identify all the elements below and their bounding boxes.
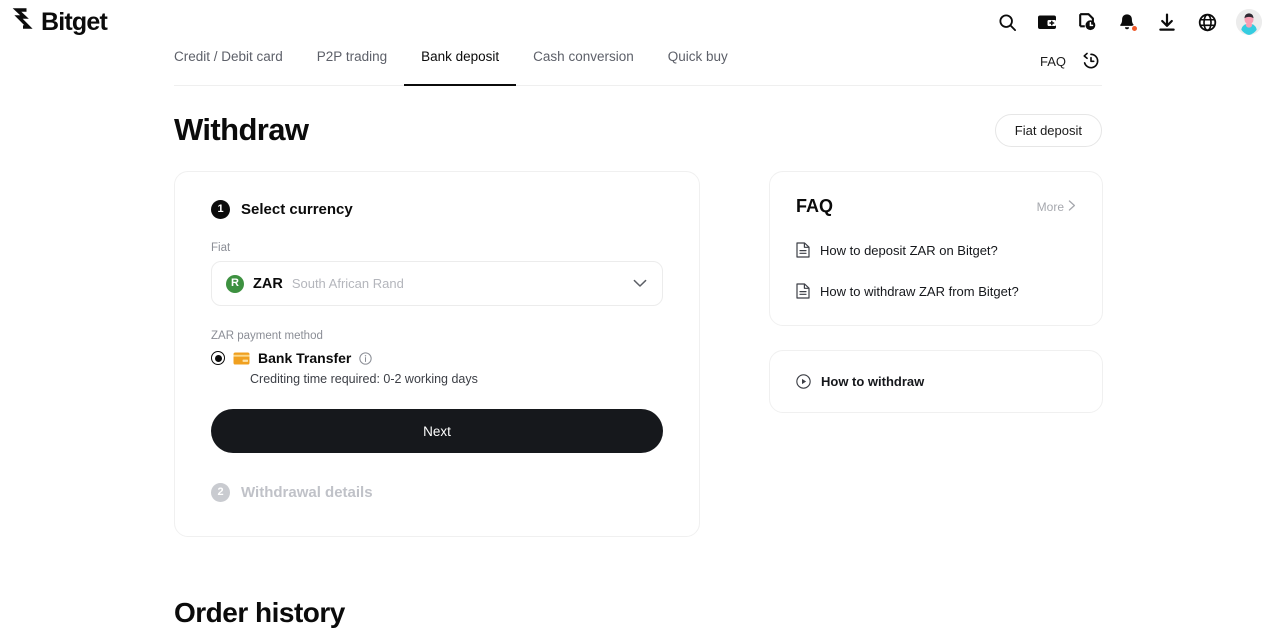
payment-method-label: ZAR payment method bbox=[211, 330, 323, 342]
notification-badge-dot bbox=[1131, 25, 1138, 32]
tab-cash-conversion[interactable]: Cash conversion bbox=[516, 44, 651, 86]
faq-item[interactable]: How to deposit ZAR on Bitget? bbox=[796, 242, 1076, 258]
step-2-number: 2 bbox=[211, 483, 230, 502]
wallet-add-icon[interactable] bbox=[1036, 11, 1058, 33]
right-column: FAQ More How to deposit ZAR on Bitget? H… bbox=[769, 171, 1103, 413]
search-icon[interactable] bbox=[996, 11, 1018, 33]
faq-item[interactable]: How to withdraw ZAR from Bitget? bbox=[796, 283, 1076, 299]
currency-name: South African Rand bbox=[291, 276, 404, 291]
faq-more-link[interactable]: More bbox=[1037, 200, 1076, 214]
currency-select[interactable]: R ZAR South African Rand bbox=[211, 261, 663, 306]
step-1-title: Select currency bbox=[241, 201, 353, 218]
faq-title: FAQ bbox=[796, 196, 834, 216]
top-bar: Bitget bbox=[0, 0, 1280, 44]
fiat-field-label: Fiat bbox=[211, 242, 231, 254]
radio-bank-transfer[interactable] bbox=[211, 351, 225, 365]
chevron-right-icon bbox=[1068, 199, 1076, 214]
faq-item-text: How to withdraw ZAR from Bitget? bbox=[820, 283, 1019, 299]
history-icon[interactable] bbox=[1080, 50, 1102, 72]
tab-label: Bank deposit bbox=[421, 49, 500, 64]
tab-label: Credit / Debit card bbox=[174, 49, 283, 64]
bitget-logo[interactable]: Bitget bbox=[12, 7, 108, 37]
avatar[interactable] bbox=[1236, 9, 1262, 35]
nav-right-actions: FAQ bbox=[1040, 50, 1102, 72]
document-icon bbox=[796, 242, 810, 258]
payment-method-name: Bank Transfer bbox=[258, 350, 352, 366]
faq-more-label: More bbox=[1036, 199, 1064, 214]
faq-card-header: FAQ More bbox=[796, 196, 1076, 217]
page-header: Withdraw Fiat deposit bbox=[174, 86, 1102, 148]
tab-label: Quick buy bbox=[667, 49, 728, 64]
step-1-header: 1 Select currency bbox=[211, 200, 663, 219]
order-history-section: Order history bbox=[0, 597, 1280, 629]
currency-code: ZAR bbox=[253, 275, 283, 292]
tab-label: P2P trading bbox=[316, 49, 388, 64]
faq-link[interactable]: FAQ bbox=[1040, 54, 1066, 69]
bitget-logomark-icon bbox=[12, 7, 38, 37]
document-icon bbox=[796, 283, 810, 299]
withdraw-step-card: 1 Select currency Fiat R ZAR South Afric… bbox=[174, 171, 700, 537]
tab-p2p-trading[interactable]: P2P trading bbox=[300, 44, 404, 86]
payment-method-bank-transfer[interactable]: Bank Transfer bbox=[211, 350, 663, 366]
notification-bell-icon[interactable] bbox=[1116, 11, 1138, 33]
language-globe-icon[interactable] bbox=[1196, 11, 1218, 33]
order-history-icon[interactable] bbox=[1076, 11, 1098, 33]
download-icon[interactable] bbox=[1156, 11, 1178, 33]
order-history-title: Order history bbox=[174, 597, 345, 628]
tab-label: Cash conversion bbox=[533, 49, 634, 64]
video-card-text: How to withdraw bbox=[821, 374, 925, 389]
page-title: Withdraw bbox=[174, 112, 309, 147]
bank-card-icon bbox=[233, 352, 250, 365]
top-bar-actions bbox=[996, 9, 1262, 35]
step-2-title: Withdrawal details bbox=[241, 484, 373, 501]
chevron-down-icon bbox=[633, 279, 647, 288]
next-button[interactable]: Next bbox=[211, 409, 663, 453]
step-2-header: 2 Withdrawal details bbox=[211, 483, 663, 502]
tab-quick-buy[interactable]: Quick buy bbox=[651, 44, 745, 86]
tab-bank-deposit[interactable]: Bank deposit bbox=[404, 44, 517, 86]
secondary-nav: Credit / Debit card P2P trading Bank dep… bbox=[0, 44, 1280, 86]
bitget-wordmark: Bitget bbox=[41, 7, 108, 36]
nav-tabs: Credit / Debit card P2P trading Bank dep… bbox=[174, 44, 1102, 86]
how-to-withdraw-video-card[interactable]: How to withdraw bbox=[769, 350, 1103, 413]
zar-currency-icon: R bbox=[226, 274, 244, 293]
faq-card: FAQ More How to deposit ZAR on Bitget? H… bbox=[769, 171, 1103, 326]
step-1-number: 1 bbox=[211, 200, 230, 219]
fiat-deposit-button[interactable]: Fiat deposit bbox=[994, 113, 1102, 147]
play-circle-icon bbox=[796, 374, 811, 389]
content-columns: 1 Select currency Fiat R ZAR South Afric… bbox=[174, 171, 1103, 537]
info-icon[interactable] bbox=[359, 351, 373, 365]
left-column: 1 Select currency Fiat R ZAR South Afric… bbox=[174, 171, 700, 537]
faq-item-text: How to deposit ZAR on Bitget? bbox=[820, 242, 998, 258]
payment-method-note: Crediting time required: 0-2 working day… bbox=[250, 372, 478, 386]
tab-credit-debit-card[interactable]: Credit / Debit card bbox=[174, 44, 300, 86]
page-body: Withdraw Fiat deposit 1 Select currency … bbox=[0, 86, 1280, 537]
